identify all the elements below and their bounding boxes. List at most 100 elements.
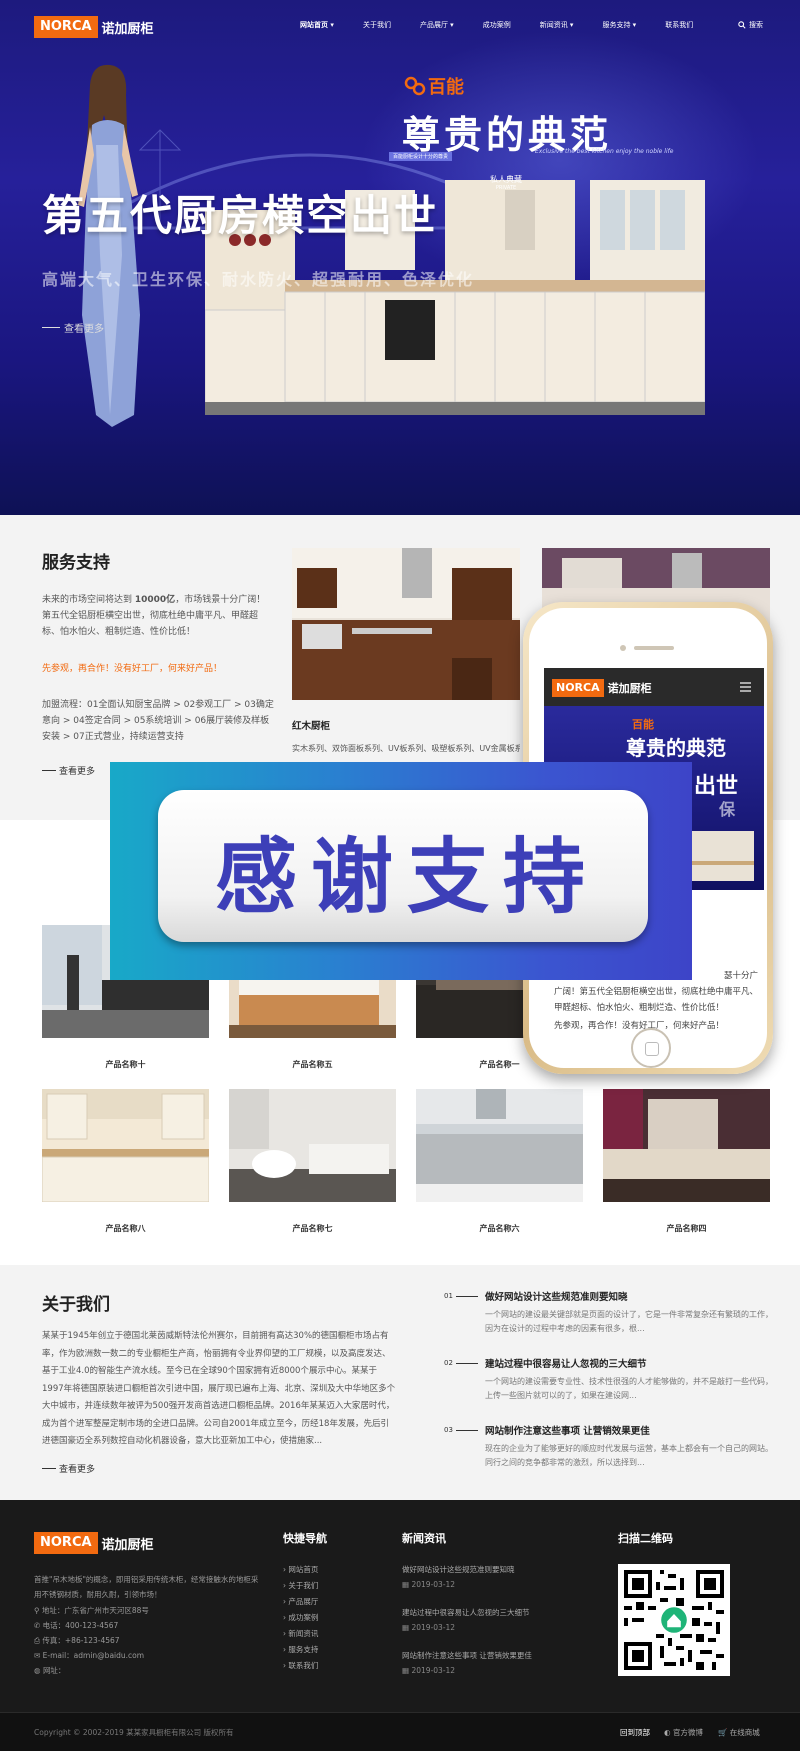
weibo-link[interactable]: ◐ 官方微博 — [664, 1725, 703, 1740]
nav-item-home[interactable]: 网站首页 ▾ — [300, 20, 334, 30]
quick-nav-title: 快捷导航 — [283, 1532, 327, 1545]
nav-item-news[interactable]: 新闻资讯 ▾ — [540, 20, 574, 30]
weibo-label: 官方微博 — [672, 1728, 703, 1737]
phone-logo-cn: 诺加厨柜 — [607, 682, 652, 695]
footer-bottom-bar: Copyright © 2002-2019 某某家具橱柜有限公司 版权所有 回到… — [0, 1712, 800, 1751]
service-paragraph-1: 未来的市场空间将达到 10000亿，市场钱景十分广阔！第五代全铝厨柜横空出世，彻… — [42, 592, 274, 640]
quick-nav-label: 关于我们 — [288, 1581, 319, 1590]
news-title[interactable]: 建站过程中很容易让人忽视的三大细节 — [485, 1356, 647, 1370]
nav-item-support[interactable]: 服务支持 ▾ — [602, 20, 636, 30]
product-image[interactable] — [42, 1089, 209, 1202]
footer-website: ◍ 网址： — [34, 1663, 65, 1678]
site-logo[interactable]: NORCA 诺加厨柜 — [34, 16, 154, 38]
footer-fax-text: 传真：+86-123-4567 — [42, 1636, 120, 1645]
service-card-title: 红木厨柜 — [292, 721, 331, 732]
globe-icon: ◍ — [34, 1666, 43, 1675]
footer-address-text: 地址：广东省广州市天河区88号 — [41, 1606, 149, 1615]
footer-logo-en: NORCA — [34, 1532, 98, 1554]
nav-menu: 网站首页 ▾ 关于我们 产品展厅 ▾ 成功案例 新闻资讯 ▾ 服务支持 ▾ 联系… — [300, 20, 722, 30]
footer-logo[interactable]: NORCA 诺加厨柜 — [34, 1532, 154, 1554]
footer-phone-text: 电话：400-123-4567 — [42, 1621, 119, 1630]
footer-news-link[interactable]: 建站过程中很容易让人忽视的三大细节 — [402, 1607, 530, 1618]
service-more-link[interactable]: 查看更多 — [42, 764, 95, 777]
footer-email: ✉ E-mail：admin@baidu.com — [34, 1648, 144, 1663]
email-icon: ✉ — [34, 1651, 43, 1660]
shop-link[interactable]: 🛒 在线商城 — [718, 1725, 760, 1740]
search-button[interactable]: 搜索 — [738, 20, 763, 30]
service-card-desc: 实木系列、双饰面板系列、UV板系列、吸塑板系列、UV金属板系列... — [292, 744, 520, 753]
news-title[interactable]: 做好网站设计这些规范准则要知晓 — [485, 1289, 628, 1303]
nav-item-products[interactable]: 产品展厅 ▾ — [420, 20, 454, 30]
service-photo-1[interactable] — [292, 548, 520, 700]
product-name[interactable]: 产品名称七 — [229, 1223, 396, 1234]
nav-item-cases[interactable]: 成功案例 — [483, 20, 511, 30]
hero-subtitle: 高端大气、卫生环保、耐水防火、超强耐用、色泽优化 — [42, 270, 475, 289]
news-desc: 一个网站的建设最关键部就是页面的设计了，它是一件非常复杂还有繁琐的工作，因为在设… — [485, 1310, 773, 1333]
footer-logo-cn: 诺加厨柜 — [101, 1537, 154, 1553]
product-name[interactable]: 产品名称四 — [603, 1223, 770, 1234]
footer-news-date: ▦ 2019-03-12 — [402, 1666, 455, 1675]
hero-more-link[interactable]: 查看更多 — [42, 320, 104, 335]
news-title[interactable]: 网站制作注意这些事项 让营销效果更佳 — [485, 1423, 650, 1437]
hero-tagline: 百能厨柜设计十分的尊贵 — [389, 152, 453, 161]
quick-nav-label: 成功案例 — [288, 1613, 319, 1622]
nav-item-about[interactable]: 关于我们 — [363, 20, 391, 30]
footer-website-text: 网址： — [42, 1666, 66, 1675]
product-name[interactable]: 产品名称十 — [42, 1059, 209, 1070]
hero-brand-logo: 百能 — [404, 73, 464, 99]
quick-nav-link[interactable]: › 联系我们 — [283, 1660, 318, 1671]
search-icon — [738, 21, 746, 29]
quick-nav-link[interactable]: › 服务支持 — [283, 1644, 318, 1655]
product-image[interactable] — [229, 1089, 396, 1202]
private-en: PRIVATE — [495, 185, 517, 191]
hamburger-menu-icon[interactable] — [740, 682, 751, 692]
hero-more-label: 查看更多 — [64, 324, 104, 335]
thanks-banner-text: 感谢支持 — [214, 830, 599, 925]
product-name[interactable]: 产品名称五 — [229, 1059, 396, 1070]
quick-nav-link[interactable]: › 成功案例 — [283, 1612, 318, 1623]
logo-en: NORCA — [34, 16, 98, 38]
logo-cn: 诺加厨柜 — [101, 21, 154, 37]
footer-news-date-text: 2019-03-12 — [411, 1623, 456, 1632]
product-image[interactable] — [416, 1089, 583, 1202]
product-image[interactable] — [603, 1089, 770, 1202]
news-desc: 现在的企业为了能够更好的顺应时代发展与运营，基本上都会有一个自己的网站。同行之间… — [485, 1444, 773, 1467]
phone-hero-title: 尊贵的典范 — [626, 736, 726, 760]
quick-nav-link[interactable]: › 产品展厅 — [283, 1596, 318, 1607]
phone-hero-text-2: 保 — [719, 800, 736, 819]
search-label: 搜索 — [749, 21, 763, 29]
phone-icon: ✆ — [34, 1621, 43, 1630]
footer-news-link[interactable]: 网站制作注意这些事项 让营销效果更佳 — [402, 1650, 532, 1661]
about-more-label: 查看更多 — [59, 1465, 96, 1475]
private-cn: 私人典藏 — [490, 175, 522, 184]
footer-news-link[interactable]: 做好网站设计这些规范准则要知晓 — [402, 1564, 515, 1575]
phone-brand: 百能 — [632, 718, 654, 731]
product-name[interactable]: 产品名称八 — [42, 1223, 209, 1234]
hero-title: 第五代厨房横空出世 — [42, 191, 439, 240]
service-p1-highlight: 10000亿 — [134, 595, 176, 605]
back-to-top-link[interactable]: 回到顶部 — [620, 1725, 650, 1740]
product-name[interactable]: 产品名称六 — [416, 1223, 583, 1234]
about-title: 关于我们 — [42, 1295, 110, 1315]
news-number: 03 — [444, 1426, 478, 1434]
about-more-link[interactable]: 查看更多 — [42, 1462, 95, 1475]
shop-label: 在线商城 — [729, 1728, 760, 1737]
footer-news-date-text: 2019-03-12 — [411, 1666, 456, 1675]
news-desc: 一个网站的建设需要专业性、技术性很强的人才能够做的，并不是敲打一些代码，上传一些… — [485, 1377, 773, 1400]
model-figure — [78, 64, 140, 427]
quick-nav-label: 网站首页 — [288, 1565, 319, 1574]
news-number: 01 — [444, 1292, 478, 1300]
footer-news-date: ▦ 2019-03-12 — [402, 1580, 455, 1589]
quick-nav-link[interactable]: › 新闻资讯 — [283, 1628, 318, 1639]
service-p1-a: 未来的市场空间将达到 — [42, 595, 135, 605]
service-paragraph-2: 先参观，再合作！没有好工厂，何来好产品！ — [42, 664, 223, 674]
news-number-text: 02 — [444, 1359, 453, 1367]
footer-news-title: 新闻资讯 — [402, 1532, 446, 1545]
qr-title: 扫描二维码 — [618, 1532, 673, 1545]
nav-item-contact[interactable]: 联系我们 — [665, 20, 693, 30]
footer-news-date: ▦ 2019-03-12 — [402, 1623, 455, 1632]
phone-logo-en: NORCA — [552, 679, 604, 697]
quick-nav-link[interactable]: › 网站首页 — [283, 1564, 318, 1575]
quick-nav-link[interactable]: › 关于我们 — [283, 1580, 318, 1591]
footer-phone: ✆ 电话：400-123-4567 — [34, 1618, 118, 1633]
